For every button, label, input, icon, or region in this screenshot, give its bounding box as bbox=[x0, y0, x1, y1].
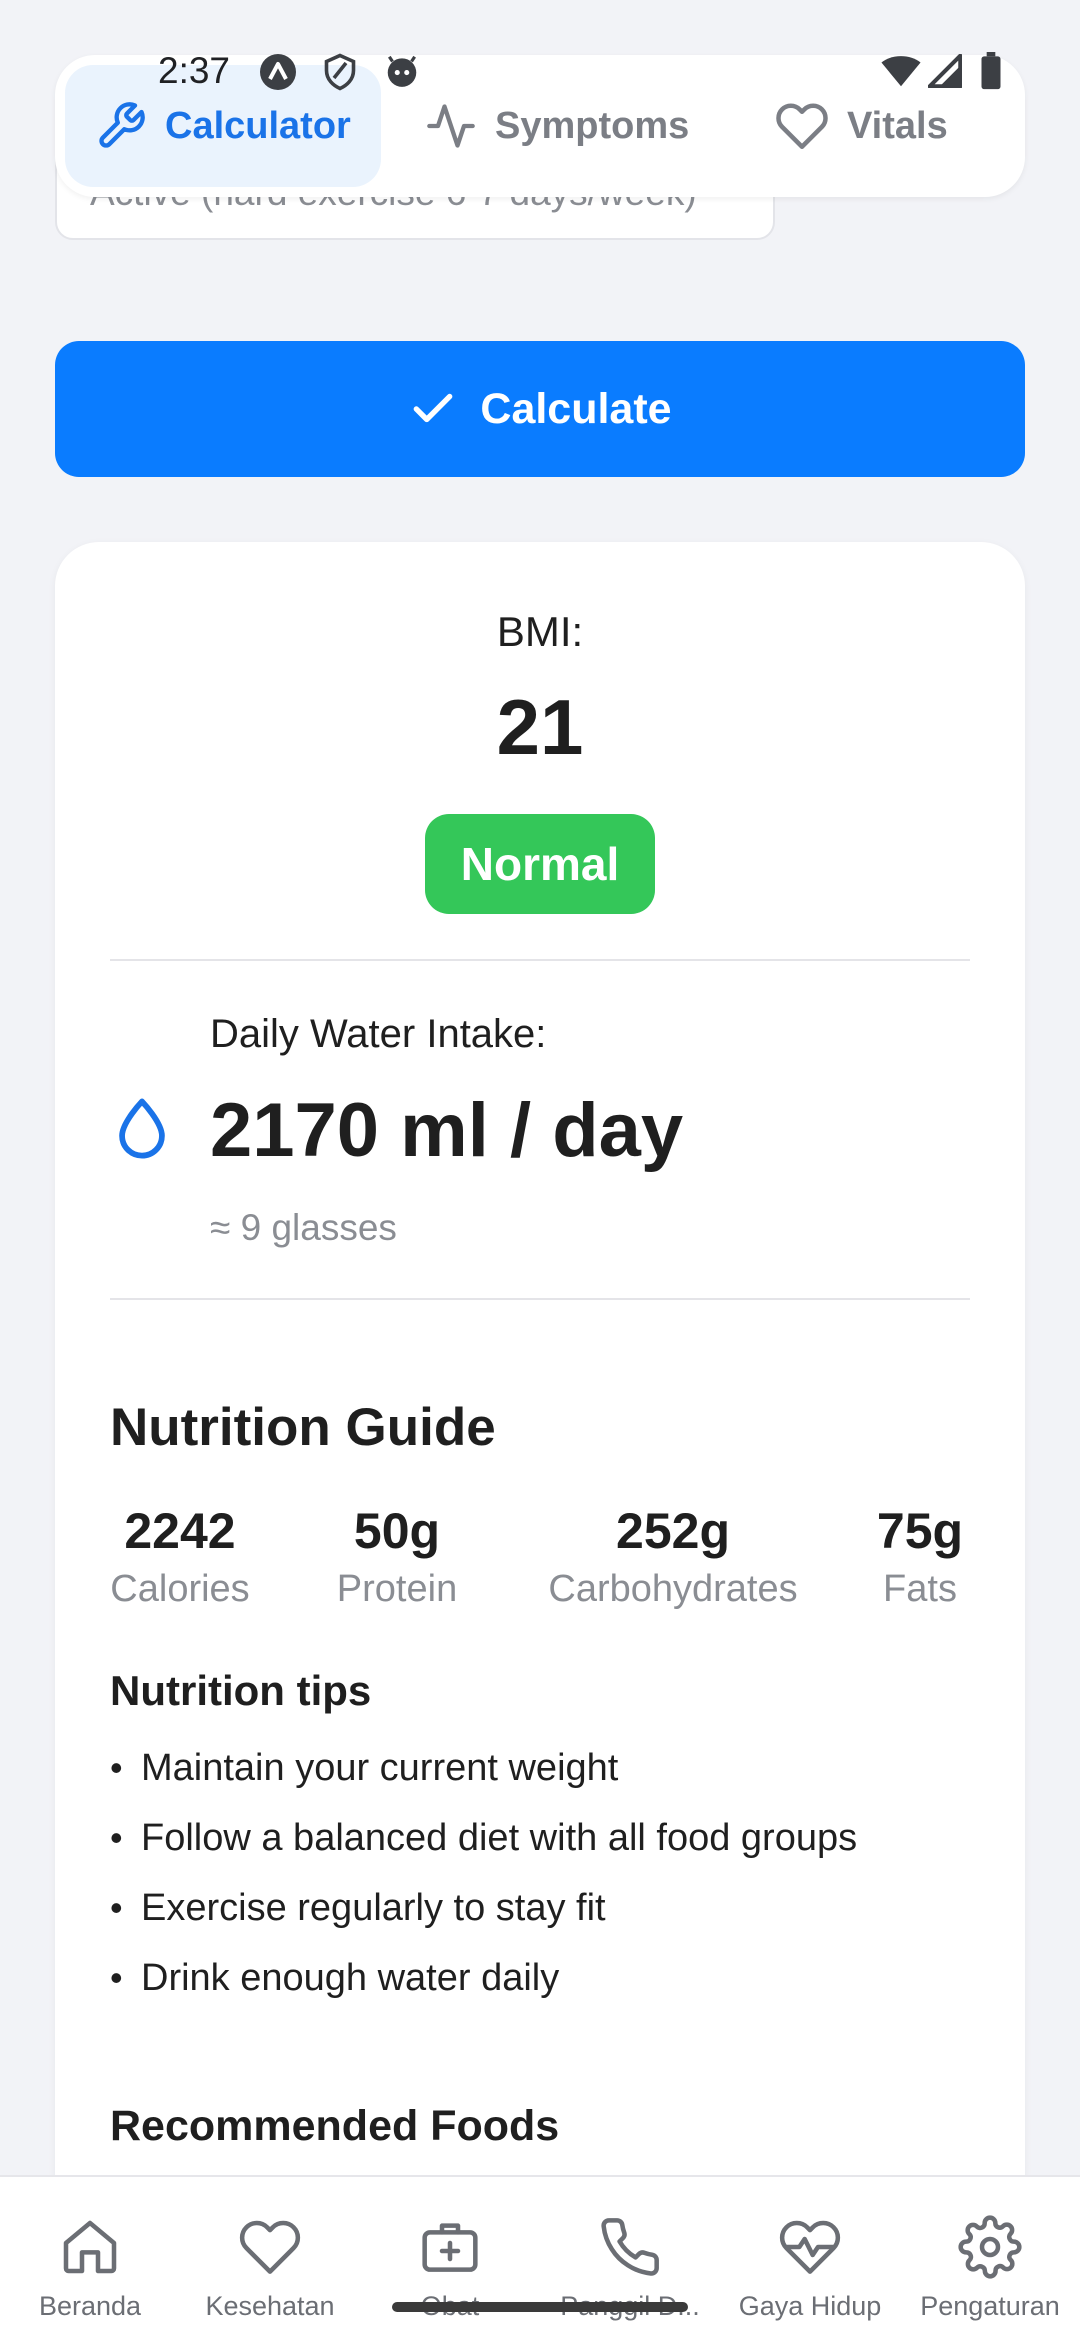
divider bbox=[110, 1298, 970, 1300]
macro-calories: 2242 Calories bbox=[110, 1502, 250, 1611]
screen: Active (hard exercise 6-7 days/week) Cal… bbox=[0, 0, 1080, 2340]
heart-pulse-icon bbox=[779, 2220, 841, 2274]
check-icon bbox=[414, 393, 453, 423]
water-drop-icon bbox=[119, 1098, 165, 1159]
macro-label: Protein bbox=[336, 1568, 458, 1610]
divider bbox=[110, 959, 970, 961]
nav-item-gaya-hidup[interactable]: Gaya Hidup bbox=[720, 2177, 900, 2340]
nutrition-guide-title: Nutrition Guide bbox=[110, 1398, 496, 1457]
wifi-icon bbox=[881, 56, 921, 87]
bmi-value: 21 bbox=[496, 683, 584, 771]
tab-calculator-label: Calculator bbox=[165, 104, 351, 147]
calculate-button-label: Calculate bbox=[480, 384, 672, 433]
macro-label: Fats bbox=[883, 1568, 957, 1610]
list-item: • Drink enough water daily bbox=[110, 1957, 560, 1999]
debug-icon bbox=[387, 55, 417, 87]
heart-icon bbox=[239, 2220, 301, 2274]
macro-value: 2242 bbox=[124, 1503, 236, 1559]
nav-item-label: Pengaturan bbox=[920, 2291, 1060, 2321]
home-indicator[interactable] bbox=[392, 2302, 688, 2312]
activity-icon bbox=[427, 104, 475, 148]
bottom-navigation: Beranda Kesehatan Obat Panggil D... bbox=[0, 2175, 1080, 2340]
phone-icon bbox=[601, 2218, 659, 2276]
nav-item-obat[interactable]: Obat bbox=[360, 2177, 540, 2340]
signal-icon bbox=[928, 54, 962, 88]
status-bar: 2:37 bbox=[0, 40, 1080, 100]
nav-item-label: Kesehatan bbox=[205, 2291, 335, 2321]
bmi-status-badge: Normal bbox=[425, 814, 655, 914]
nav-item-panggil-dokter[interactable]: Panggil D... bbox=[540, 2177, 720, 2340]
tip-text: Maintain your current weight bbox=[141, 1747, 619, 1789]
shield-icon bbox=[324, 53, 356, 91]
macro-value: 50g bbox=[353, 1503, 441, 1559]
home-icon bbox=[63, 2220, 117, 2274]
nutrition-tips-list: • Maintain your current weight • Follow a … bbox=[110, 1747, 857, 2027]
nutrition-tips-title: Nutrition tips bbox=[110, 1667, 372, 1714]
app-notification-icon bbox=[260, 54, 296, 90]
battery-icon bbox=[981, 52, 1001, 90]
calculate-button[interactable]: Calculate bbox=[55, 341, 1025, 477]
nav-item-beranda[interactable]: Beranda bbox=[0, 2177, 180, 2340]
heart-icon bbox=[776, 103, 828, 150]
tab-vitals-label: Vitals bbox=[847, 104, 948, 147]
water-intake-value: 2170 ml / day bbox=[210, 1088, 684, 1173]
wrench-icon bbox=[99, 102, 145, 148]
recommended-foods-title: Recommended Foods bbox=[110, 2102, 560, 2150]
tab-symptoms-label: Symptoms bbox=[495, 104, 690, 147]
water-intake-glasses: ≈ 9 glasses bbox=[210, 1207, 397, 1248]
nav-item-label: Beranda bbox=[38, 2291, 142, 2321]
macro-label: Calories bbox=[110, 1568, 250, 1610]
macro-value: 75g bbox=[876, 1503, 964, 1559]
macro-carbohydrates: 252g Carbohydrates bbox=[538, 1502, 808, 1611]
tip-text: Exercise regularly to stay fit bbox=[141, 1887, 606, 1929]
water-intake-label: Daily Water Intake: bbox=[210, 1012, 547, 1056]
status-time: 2:37 bbox=[158, 50, 231, 91]
results-card: BMI: 21 Normal Daily Water Intake: 2170 … bbox=[55, 542, 1025, 2340]
list-item: • Exercise regularly to stay fit bbox=[110, 1887, 606, 1929]
macro-fats: 75g Fats bbox=[870, 1502, 970, 1611]
nav-item-kesehatan[interactable]: Kesehatan bbox=[180, 2177, 360, 2340]
tip-text: Drink enough water daily bbox=[141, 1957, 560, 1999]
macro-protein: 50g Protein bbox=[327, 1502, 467, 1611]
list-item: • Follow a balanced diet with all food gr… bbox=[110, 1817, 858, 1859]
list-item: • Maintain your current weight bbox=[110, 1747, 619, 1789]
nav-item-label: Gaya Hidup bbox=[738, 2291, 882, 2321]
tip-text: Follow a balanced diet with all food gro… bbox=[141, 1817, 858, 1859]
macro-value: 252g bbox=[616, 1503, 730, 1559]
macro-label: Carbohydrates bbox=[548, 1568, 798, 1610]
nav-item-pengaturan[interactable]: Pengaturan bbox=[900, 2177, 1080, 2340]
gear-icon bbox=[958, 2215, 1022, 2279]
bmi-label: BMI: bbox=[496, 608, 584, 655]
medkit-icon bbox=[422, 2223, 478, 2272]
